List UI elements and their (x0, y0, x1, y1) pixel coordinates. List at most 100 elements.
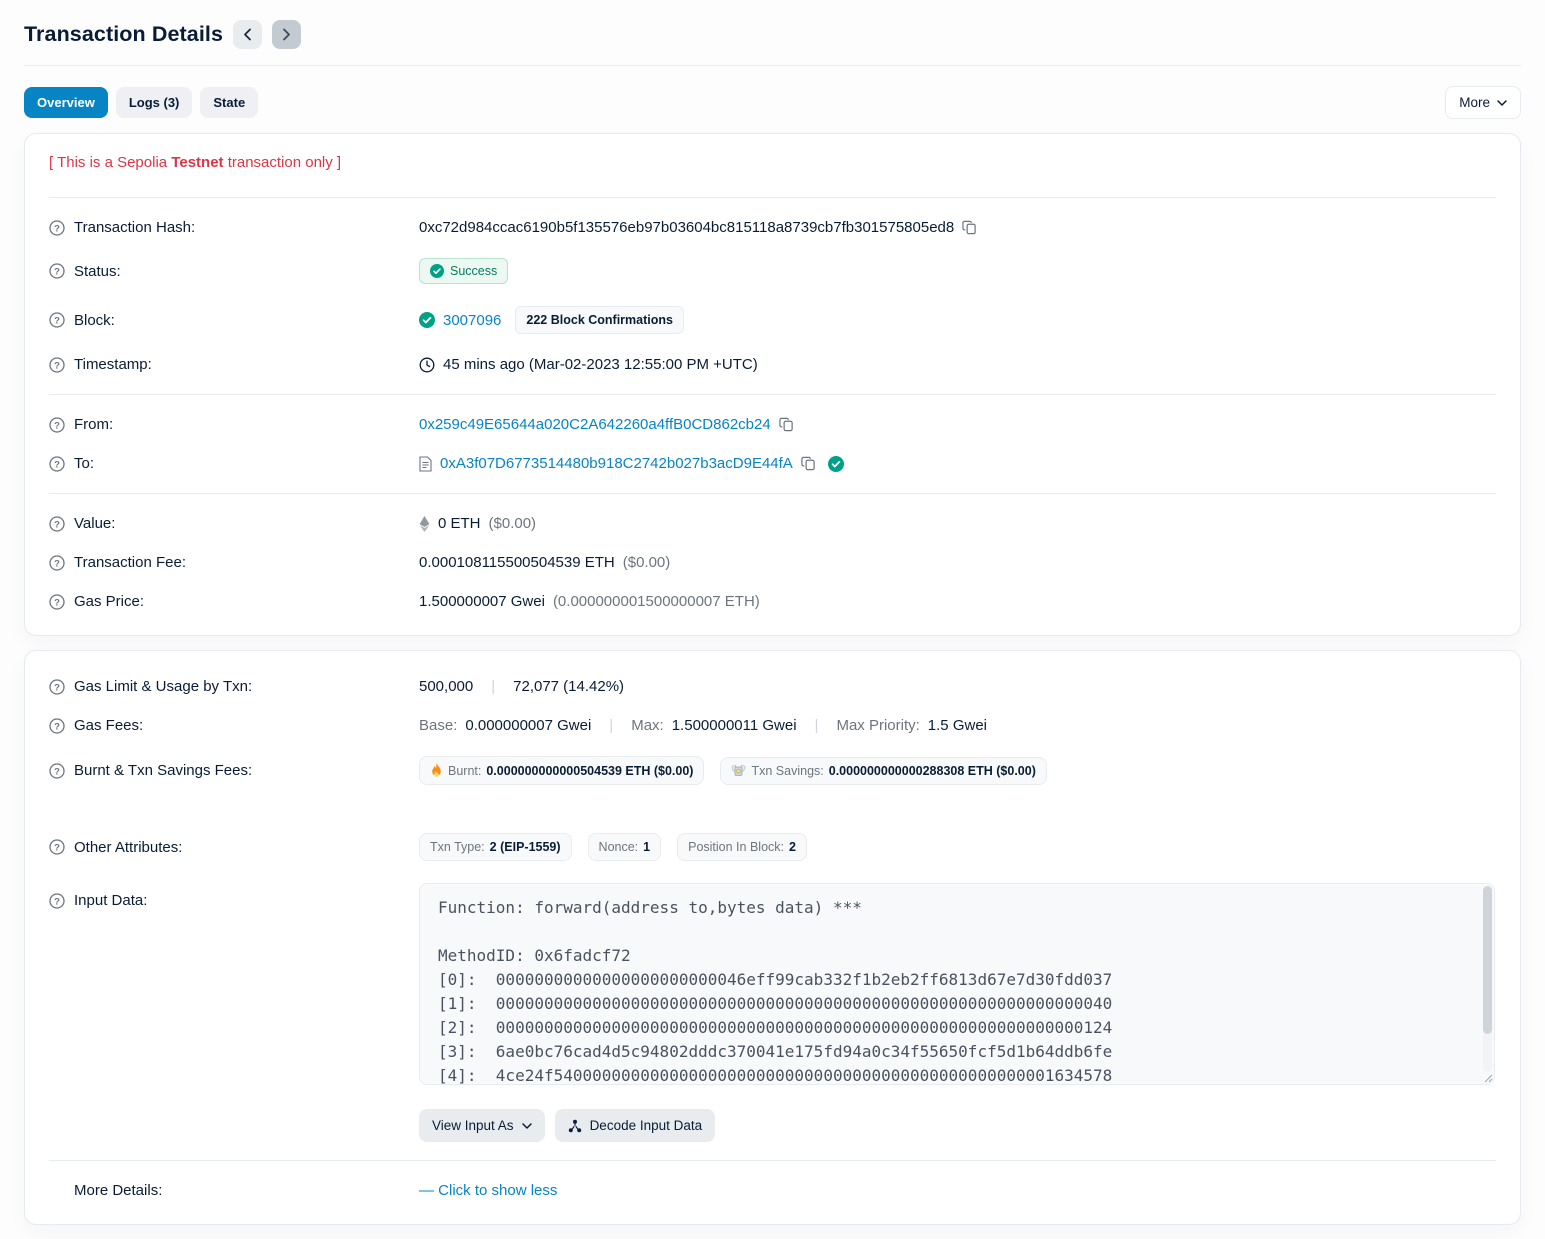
svg-text:?: ? (54, 360, 60, 371)
help-icon[interactable]: ? (49, 839, 65, 855)
svg-text:?: ? (54, 597, 60, 608)
transaction-hash-label: Transaction Hash: (74, 219, 195, 236)
status-badge-text: Success (450, 264, 497, 278)
max-priority-fee-value: 1.5 Gwei (928, 717, 987, 734)
next-transaction-button[interactable] (272, 20, 301, 49)
to-address-link[interactable]: 0xA3f07D6773514480b918C2742b027b3acD9E44… (440, 455, 793, 472)
burnt-savings-label: Burnt & Txn Savings Fees: (74, 762, 252, 779)
help-icon[interactable]: ? (49, 417, 65, 433)
help-icon[interactable]: ? (49, 456, 65, 472)
help-icon[interactable]: ? (49, 679, 65, 695)
help-icon[interactable]: ? (49, 263, 65, 279)
txn-type-label: Txn Type: (430, 840, 485, 854)
svg-text:?: ? (54, 223, 60, 234)
clock-icon (419, 357, 435, 373)
money-wings-icon (731, 764, 746, 777)
from-address-link[interactable]: 0x259c49E65644a020C2A642260a4ffB0CD862cb… (419, 416, 771, 433)
transaction-hash-value: 0xc72d984ccac6190b5f135576eb97b03604bc81… (419, 219, 954, 236)
chevron-right-icon (282, 28, 291, 41)
input-data-textarea[interactable]: Function: forward(address to,bytes data)… (419, 883, 1495, 1085)
chevron-left-icon (243, 28, 252, 41)
input-data-scrollbar-thumb[interactable] (1483, 886, 1492, 1034)
value-usd: ($0.00) (489, 515, 537, 532)
burnt-fee-label: Burnt: (448, 764, 481, 778)
svg-text:?: ? (54, 721, 60, 732)
max-fee-value: 1.500000011 Gwei (672, 717, 797, 734)
overview-card: [ This is a Sepolia Testnet transaction … (24, 133, 1521, 636)
nonce-label: Nonce: (599, 840, 639, 854)
more-dropdown-button[interactable]: More (1445, 86, 1521, 119)
block-label: Block: (74, 312, 115, 329)
show-less-toggle-link[interactable]: — Click to show less (419, 1182, 557, 1199)
more-button-label: More (1459, 95, 1490, 110)
txn-type-value: 2 (EIP-1559) (490, 840, 561, 854)
block-row: ? Block: 3007096 222 Block Confirmations (49, 295, 1496, 345)
chevron-down-icon (1497, 100, 1507, 106)
other-attributes-label: Other Attributes: (74, 839, 182, 856)
from-row: ? From: 0x259c49E65644a020C2A642260a4ffB… (49, 405, 1496, 444)
copy-icon (962, 220, 977, 235)
help-icon[interactable]: ? (49, 312, 65, 328)
resize-handle-icon[interactable] (1484, 1074, 1493, 1083)
position-in-block-value: 2 (789, 840, 796, 854)
svg-text:?: ? (54, 842, 60, 853)
separator: | (609, 717, 613, 734)
help-icon[interactable]: ? (49, 516, 65, 532)
tab-bar: Overview Logs (3) State More (24, 86, 1521, 119)
testnet-warning: [ This is a Sepolia Testnet transaction … (49, 150, 1496, 187)
transaction-fee-usd: ($0.00) (623, 554, 671, 571)
svg-text:?: ? (54, 315, 60, 326)
gas-fees-row: ? Gas Fees: Base: 0.000000007 Gwei | Max… (49, 706, 1496, 745)
help-icon[interactable]: ? (49, 220, 65, 236)
testnet-warning-bold: Testnet (171, 154, 223, 171)
to-row: ? To: 0xA3f07D6773514480b918C2742b027b3a… (49, 444, 1496, 483)
help-icon[interactable]: ? (49, 555, 65, 571)
burnt-savings-row: ? Burnt & Txn Savings Fees: Burnt: 0.000… (49, 745, 1496, 796)
burnt-fee-badge: Burnt: 0.000000000000504539 ETH ($0.00) (419, 756, 704, 785)
tab-overview[interactable]: Overview (24, 87, 108, 118)
verified-check-icon (828, 456, 844, 472)
svg-text:?: ? (54, 558, 60, 569)
input-data-scrollbar[interactable] (1483, 886, 1492, 1072)
input-data-actions: View Input As Decode Input Data (419, 1109, 1496, 1142)
help-icon[interactable]: ? (49, 893, 65, 909)
gas-fees-label: Gas Fees: (74, 717, 143, 734)
copy-to-address-button[interactable] (801, 456, 816, 471)
decode-input-data-button[interactable]: Decode Input Data (555, 1109, 716, 1142)
transaction-fee-amount: 0.000108115500504539 ETH (419, 554, 615, 571)
input-data-content: Function: forward(address to,bytes data)… (438, 896, 1476, 1085)
status-badge: Success (419, 258, 508, 284)
timestamp-value: 45 mins ago (Mar-02-2023 12:55:00 PM +UT… (443, 356, 758, 373)
nonce-value: 1 (643, 840, 650, 854)
transaction-fee-row: ? Transaction Fee: 0.000108115500504539 … (49, 543, 1496, 582)
gas-price-row: ? Gas Price: 1.500000007 Gwei (0.0000000… (49, 582, 1496, 621)
svg-text:?: ? (54, 682, 60, 693)
txn-type-badge: Txn Type: 2 (EIP-1559) (419, 833, 572, 861)
position-in-block-badge: Position In Block: 2 (677, 833, 807, 861)
txn-savings-value: 0.000000000000288308 ETH ($0.00) (829, 764, 1036, 778)
help-icon[interactable]: ? (49, 763, 65, 779)
value-label: Value: (74, 515, 115, 532)
help-icon[interactable]: ? (49, 594, 65, 610)
position-in-block-label: Position In Block: (688, 840, 784, 854)
view-input-as-label: View Input As (432, 1118, 514, 1133)
decode-icon (568, 1119, 582, 1133)
previous-transaction-button[interactable] (233, 20, 262, 49)
svg-text:?: ? (54, 519, 60, 530)
copy-from-address-button[interactable] (779, 417, 794, 432)
block-number-link[interactable]: 3007096 (443, 312, 501, 329)
testnet-warning-prefix: [ This is a Sepolia (49, 154, 171, 171)
svg-text:?: ? (54, 766, 60, 777)
more-details-row: More Details: — Click to show less (49, 1171, 1496, 1210)
copy-icon (801, 456, 816, 471)
tab-state[interactable]: State (200, 87, 258, 118)
tab-logs[interactable]: Logs (3) (116, 87, 193, 118)
gas-limit-row: ? Gas Limit & Usage by Txn: 500,000 | 72… (49, 667, 1496, 706)
contract-file-icon (419, 456, 432, 472)
help-icon[interactable]: ? (49, 357, 65, 373)
help-icon[interactable]: ? (49, 718, 65, 734)
check-circle-icon (430, 264, 444, 278)
copy-transaction-hash-button[interactable] (962, 220, 977, 235)
gas-price-label: Gas Price: (74, 593, 144, 610)
view-input-as-button[interactable]: View Input As (419, 1109, 545, 1142)
